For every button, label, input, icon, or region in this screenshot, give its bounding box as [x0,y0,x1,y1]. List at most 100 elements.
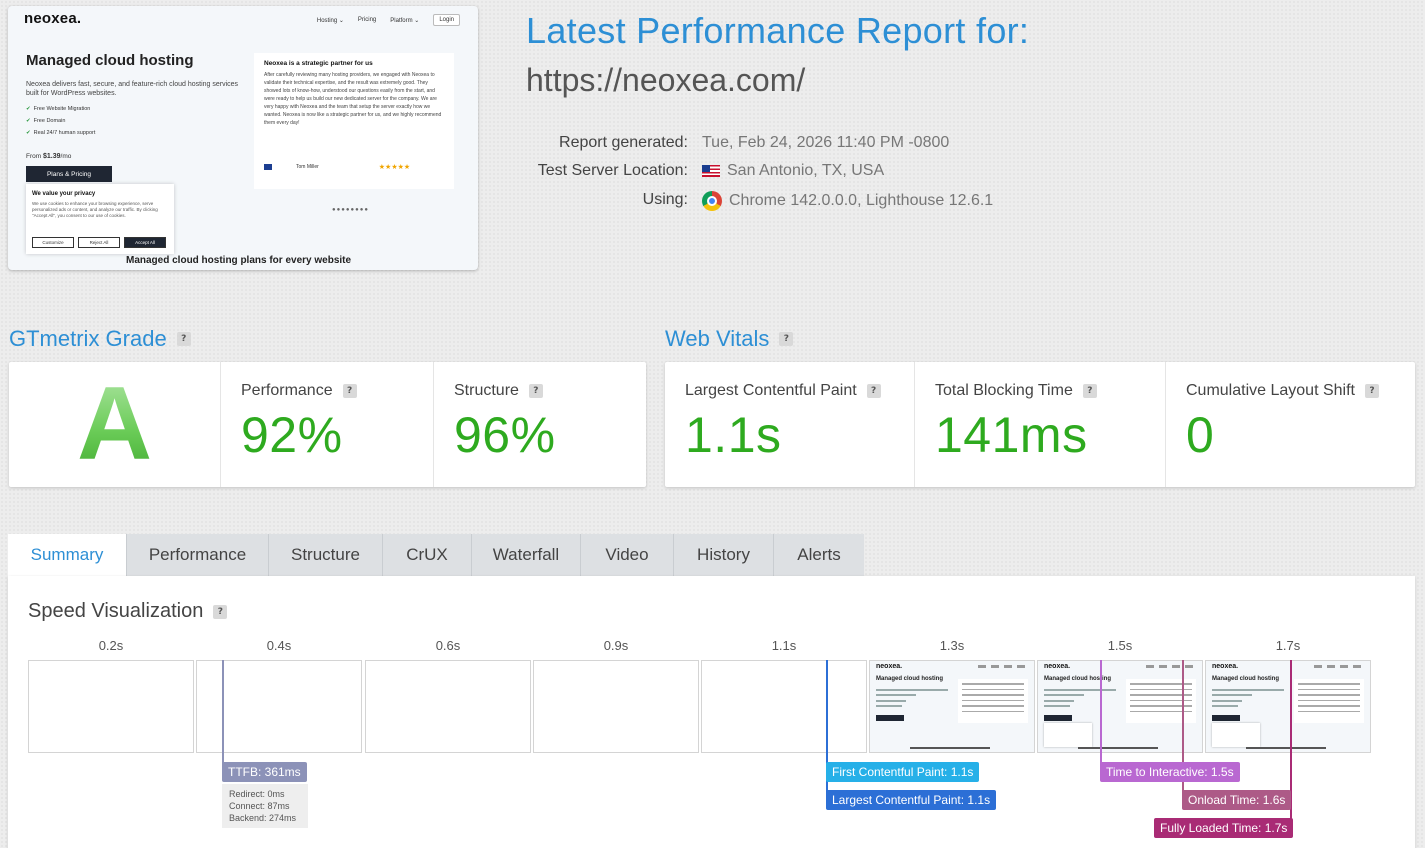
tab-waterfall[interactable]: Waterfall [472,534,581,576]
feature-item: ✔ Free Domain [26,118,66,124]
filmstrip-frame-blank[interactable] [365,660,531,753]
cookie-banner: We value your privacy We use cookies to … [26,184,174,254]
help-icon[interactable]: ? [342,384,357,398]
check-icon: ✔ [26,130,31,136]
filmstrip-frame-blank[interactable] [533,660,699,753]
filmstrip-frame-blank[interactable] [196,660,362,753]
frame-time-label: 1.7s [1275,638,1301,653]
frame-time-label: 1.1s [771,638,797,653]
report-title: Latest Performance Report for: [526,10,1030,51]
tti-marker-line [1100,660,1102,764]
ttfb-marker-line [222,660,224,764]
test-location-value: San Antonio, TX, USA [727,162,885,179]
tab-history[interactable]: History [674,534,774,576]
frame-logo: neoxea. [876,663,903,670]
fcp-badge[interactable]: First Contentful Paint: 1.1s [826,762,980,782]
using-row: Using: Chrome 142.0.0.0, Lighthouse 12.6… [500,191,993,211]
feature-item: ✔ Real 24/7 human support [26,130,96,136]
cookie-title: We value your privacy [32,191,96,197]
lcp-value: 1.1s [685,407,782,463]
frame-heading: Managed cloud hosting [1212,676,1279,682]
frame-time-label: 0.9s [603,638,629,653]
help-icon[interactable]: ? [213,604,228,619]
price: From $1.39/mo [26,153,72,160]
help-icon[interactable]: ? [1082,384,1097,398]
grade-cell: A [9,362,221,487]
site-logo: neoxea. [24,10,82,27]
tbt-value: 141ms [935,407,1088,463]
filmstrip-frame-rendered[interactable]: neoxea. Managed cloud hosting [1037,660,1203,753]
tbt-cell: Total Blocking Time? 141ms [915,362,1166,487]
speed-visualization-title: Speed Visualization ? [28,600,228,623]
testimonial-title: Neoxea is a strategic partner for us [264,60,373,67]
report-url[interactable]: https://neoxea.com/ [526,62,805,99]
using-value: Chrome 142.0.0.0, Lighthouse 12.6.1 [729,192,994,209]
structure-cell: Structure? 96% [434,362,646,487]
performance-value: 92% [241,407,343,463]
site-nav: Hosting ⌄ Pricing Platform ⌄ Login [317,14,460,26]
testimonial-author: Tom Miller [296,164,319,170]
help-icon[interactable]: ? [176,332,191,346]
tab-video[interactable]: Video [581,534,674,576]
tab-alerts[interactable]: Alerts [774,534,864,576]
lcp-label: Largest Contentful Paint [685,382,857,399]
plans-heading: Managed cloud hosting plans for every we… [126,255,352,266]
cookie-reject-button: Reject All [78,237,120,248]
structure-label: Structure [454,382,519,399]
report-generated-value: Tue, Feb 24, 2026 11:40 PM -0800 [702,134,950,151]
tab-structure[interactable]: Structure [269,534,383,576]
grade-letter: A [76,366,153,482]
gtmetrix-grade-title: GTmetrix Grade ? [9,326,191,352]
grade-card: A Performance? 92% Structure? 96% [9,362,646,487]
filmstrip-frame-rendered[interactable]: neoxea. Managed cloud hosting [1205,660,1371,753]
cls-cell: Cumulative Layout Shift? 0 [1166,362,1415,487]
tti-badge[interactable]: Time to Interactive: 1.5s [1100,762,1240,782]
structure-value: 96% [454,407,556,463]
frame-time-label: 0.6s [435,638,461,653]
fully-loaded-badge[interactable]: Fully Loaded Time: 1.7s [1154,818,1294,838]
cls-label: Cumulative Layout Shift [1186,382,1355,399]
nav-platform: Platform ⌄ [390,17,420,24]
web-vitals-card: Largest Contentful Paint? 1.1s Total Blo… [665,362,1415,487]
tab-crux[interactable]: CrUX [383,534,472,576]
performance-label: Performance [241,382,333,399]
page-screenshot: neoxea. Hosting ⌄ Pricing Platform ⌄ Log… [8,6,478,270]
tab-summary[interactable]: Summary [8,534,127,576]
check-icon: ✔ [26,118,31,124]
frame-logo: neoxea. [1044,663,1071,670]
nav-login: Login [433,14,460,26]
filmstrip-frame-blank[interactable] [28,660,194,753]
ttfb-badge[interactable]: TTFB: 361ms [222,762,307,782]
filmstrip-frame-rendered[interactable]: neoxea. Managed cloud hosting [869,660,1035,753]
web-vitals-title: Web Vitals ? [665,326,794,352]
ttfb-redirect: Redirect: 0ms [229,789,285,799]
plans-pricing-button: Plans & Pricing [26,166,112,182]
frame-logo: neoxea. [1212,663,1239,670]
report-generated-row: Report generated: Tue, Feb 24, 2026 11:4… [500,134,949,152]
lcp-cell: Largest Contentful Paint? 1.1s [665,362,915,487]
help-icon[interactable]: ? [528,384,543,398]
filmstrip-frame-blank[interactable] [701,660,867,753]
feature-list: ✔ Free Website Migration ✔ Free Domain ✔ Re… [26,106,95,142]
summary-panel: Speed Visualization ? 0.2s 0.4s 0.6s 0.9… [8,576,1415,848]
help-icon[interactable]: ? [866,384,881,398]
help-icon[interactable]: ? [1364,384,1379,398]
tab-performance[interactable]: Performance [127,534,269,576]
onload-badge[interactable]: Onload Time: 1.6s [1182,790,1292,810]
us-flag-icon [702,165,720,177]
tbt-label: Total Blocking Time [935,382,1073,399]
frame-time-label: 0.4s [266,638,292,653]
test-location-row: Test Server Location: San Antonio, TX, U… [500,162,884,180]
report-tabs: Summary Performance Structure CrUX Water… [8,534,864,576]
frame-heading: Managed cloud hosting [876,676,943,682]
ttfb-connect: Connect: 87ms [229,801,290,811]
performance-cell: Performance? 92% [221,362,434,487]
feature-item: ✔ Free Website Migration [26,106,91,112]
help-icon[interactable]: ? [779,332,794,346]
star-rating-icon: ★★★★★ [378,164,411,171]
test-location-label: Test Server Location: [537,162,688,179]
frame-time-label: 1.3s [939,638,965,653]
hero-title: Managed cloud hosting [26,52,194,69]
lcp-badge[interactable]: Largest Contentful Paint: 1.1s [826,790,997,810]
check-icon: ✔ [26,106,31,112]
